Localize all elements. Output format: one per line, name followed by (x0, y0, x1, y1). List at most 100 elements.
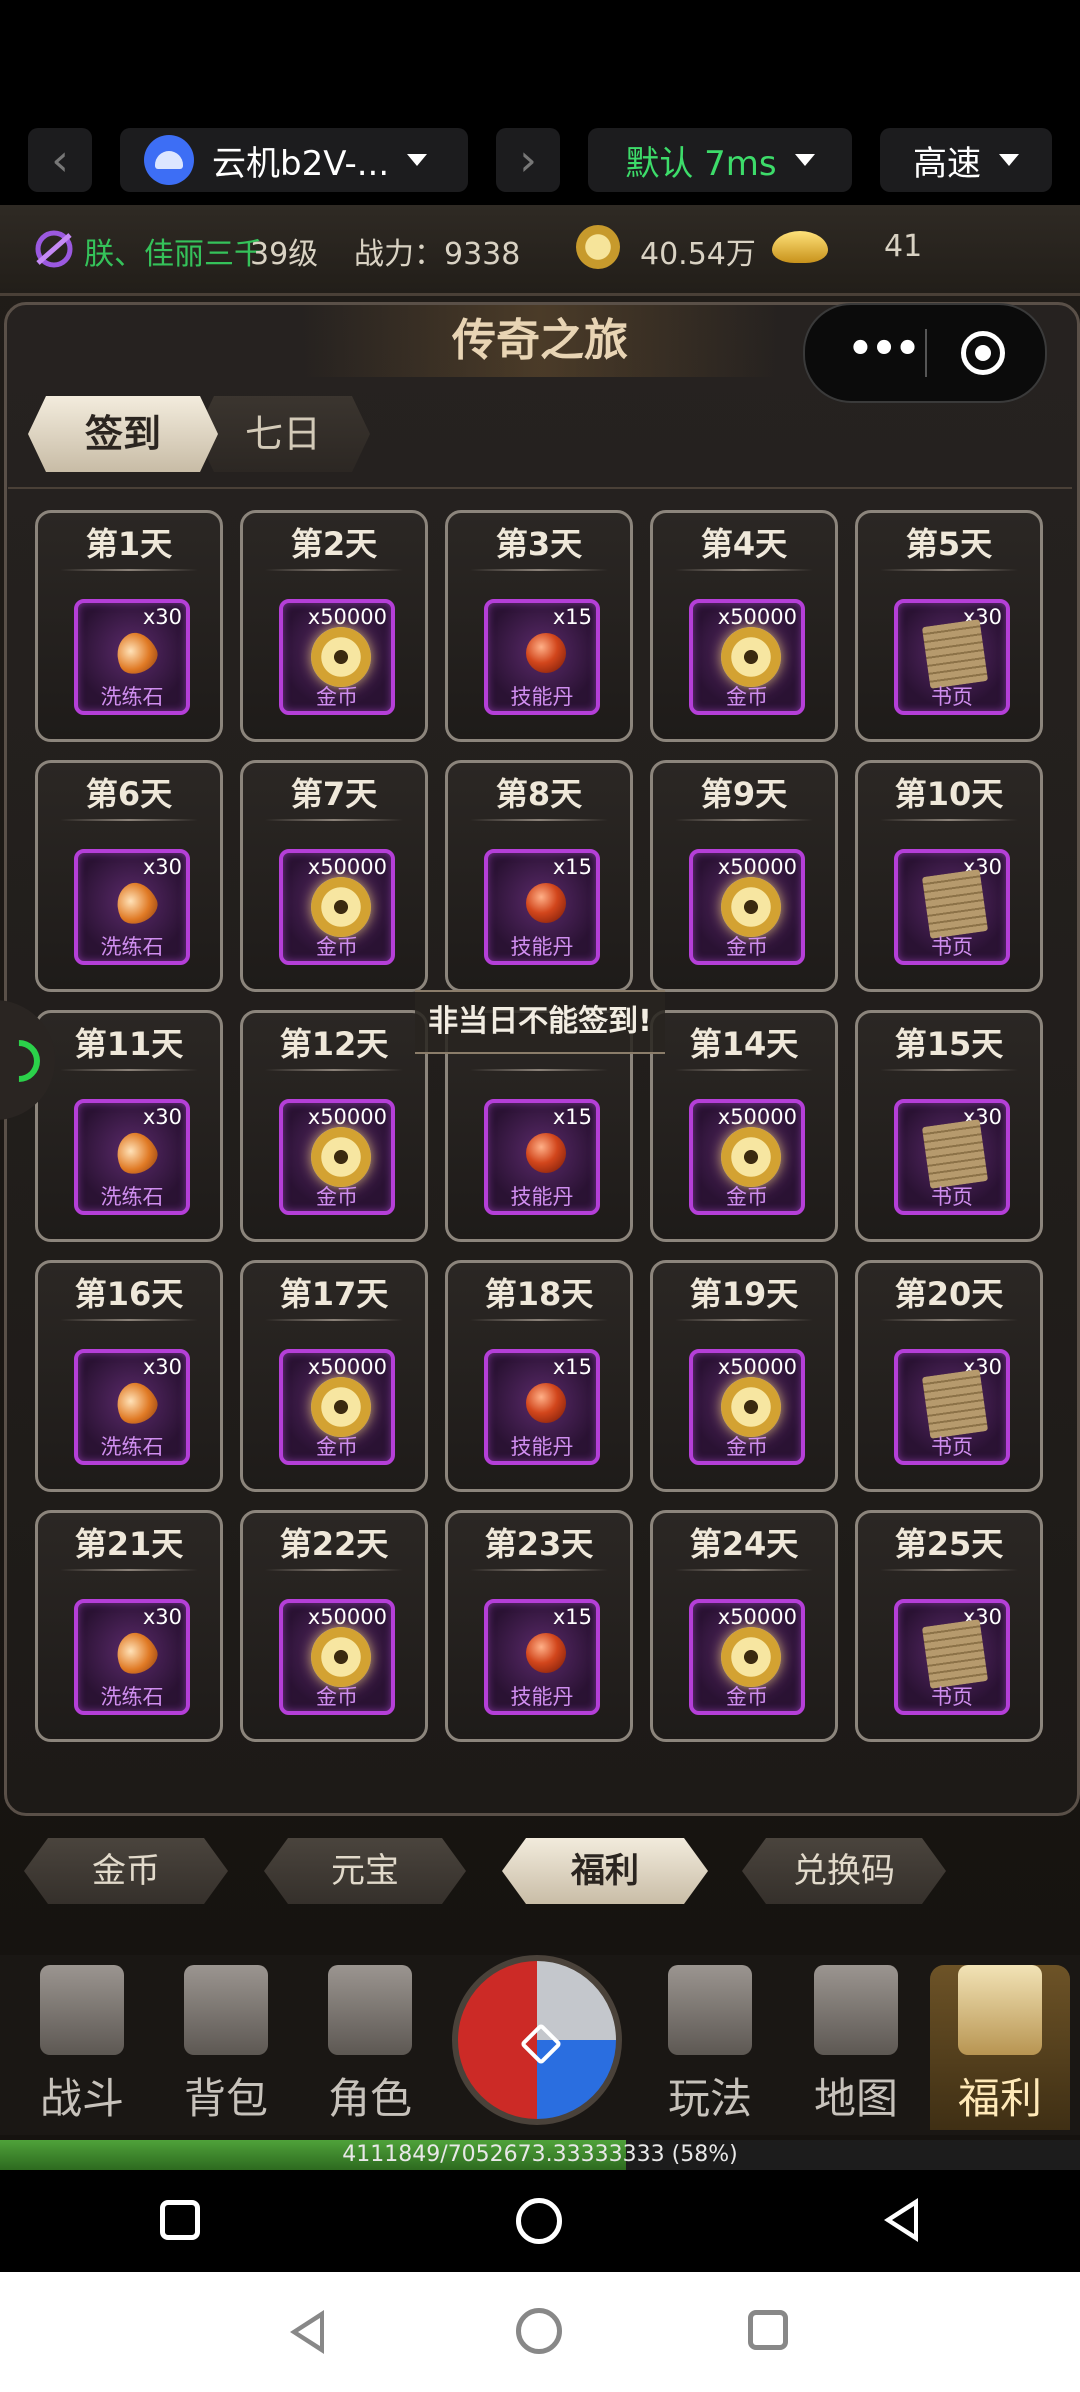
panel-title: 传奇之旅 (300, 305, 780, 377)
player-name: 朕、佳丽三千 (84, 237, 264, 272)
reward-item-slot[interactable]: x50000 金币 (689, 1349, 805, 1465)
reward-item-slot[interactable]: x30 书页 (894, 1349, 1010, 1465)
tab-signin[interactable]: 签到 (28, 396, 218, 472)
day-label: 第22天 (279, 1525, 389, 1563)
day-label: 第19天 (689, 1275, 799, 1313)
day-label: 第2天 (290, 525, 378, 563)
day-reward-cell[interactable]: 第9天 x50000 金币 (650, 760, 838, 992)
day-reward-cell[interactable]: 第21天 x30 洗练石 (35, 1510, 223, 1742)
day-label: 第10天 (894, 775, 1004, 813)
day-reward-cell[interactable]: 第15天 x30 书页 (855, 1010, 1043, 1242)
back-icon[interactable] (884, 2198, 918, 2242)
back-icon[interactable] (290, 2310, 324, 2354)
back-button[interactable]: ‹ (28, 128, 92, 192)
day-label: 第18天 (484, 1275, 594, 1313)
reward-item-slot[interactable]: x15 技能丹 (484, 1599, 600, 1715)
reward-quantity: x15 (552, 855, 592, 879)
reward-item-slot[interactable]: x50000 金币 (689, 1599, 805, 1715)
day-reward-cell[interactable]: 第19天 x50000 金币 (650, 1260, 838, 1492)
day-reward-cell[interactable]: 第11天 x30 洗练石 (35, 1010, 223, 1242)
day-reward-cell[interactable]: 第14天 x50000 金币 (650, 1010, 838, 1242)
reward-item-slot[interactable]: x50000 金币 (279, 849, 395, 965)
reward-item-slot[interactable]: x30 书页 (894, 849, 1010, 965)
reward-item-slot[interactable]: x15 技能丹 (484, 599, 600, 715)
reward-item-slot[interactable]: x30 洗练石 (74, 1099, 190, 1215)
filter-gold-button[interactable]: 金币 (24, 1838, 228, 1904)
reward-quantity: x30 (142, 1105, 182, 1129)
day-reward-cell[interactable]: 第20天 x30 书页 (855, 1260, 1043, 1492)
nav-label: 福利 (957, 2074, 1042, 2123)
reward-item-slot[interactable]: x50000 金币 (279, 1099, 395, 1215)
day-reward-cell[interactable]: 第23天 x15 技能丹 (445, 1510, 633, 1742)
day-reward-cell[interactable]: 第5天 x30 书页 (855, 510, 1043, 742)
forward-button[interactable]: › (496, 128, 560, 192)
reward-item-slot[interactable]: x30 书页 (894, 1599, 1010, 1715)
reward-item-slot[interactable]: x50000 金币 (279, 1349, 395, 1465)
nav-battle[interactable]: 战斗 (12, 1965, 152, 2130)
day-reward-cell[interactable]: 第22天 x50000 金币 (240, 1510, 428, 1742)
gold-coin-icon (721, 877, 781, 937)
close-target-icon[interactable] (961, 331, 1005, 375)
speed-selector[interactable]: 高速 (880, 128, 1052, 192)
book-page-icon (921, 869, 989, 939)
reward-item-slot[interactable]: x50000 金币 (689, 1099, 805, 1215)
recent-apps-icon[interactable] (160, 2200, 200, 2240)
reward-quantity: x50000 (717, 605, 797, 629)
reward-name: 金币 (726, 1185, 768, 1209)
filter-redeem-code-button[interactable]: 兑换码 (742, 1838, 946, 1904)
ingot-icon (772, 231, 828, 263)
recent-apps-icon[interactable] (748, 2310, 788, 2350)
day-reward-cell[interactable]: 第18天 x15 技能丹 (445, 1260, 633, 1492)
reward-name: 技能丹 (510, 685, 574, 709)
reward-item-slot[interactable]: x50000 金币 (689, 849, 805, 965)
reward-item-slot[interactable]: x30 洗练石 (74, 599, 190, 715)
reward-item-slot[interactable]: x30 书页 (894, 599, 1010, 715)
refine-stone-icon (109, 1126, 163, 1180)
reward-item-slot[interactable]: x15 技能丹 (484, 1349, 600, 1465)
reward-item-slot[interactable]: x30 洗练石 (74, 1599, 190, 1715)
nav-map[interactable]: 地图 (786, 1965, 926, 2130)
day-reward-cell[interactable]: 第7天 x50000 金币 (240, 760, 428, 992)
tab-seven-days[interactable]: 七日 (196, 396, 370, 472)
reward-item-slot[interactable]: x15 技能丹 (484, 1099, 600, 1215)
nav-backpack[interactable]: 背包 (156, 1965, 296, 2130)
day-reward-cell[interactable]: 第2天 x50000 金币 (240, 510, 428, 742)
day-label: 第5天 (905, 525, 993, 563)
reward-item-slot[interactable]: x30 洗练石 (74, 1349, 190, 1465)
day-reward-cell[interactable]: 第3天 x15 技能丹 (445, 510, 633, 742)
more-icon[interactable]: ••• (833, 329, 933, 377)
gold-coin-icon (721, 1627, 781, 1687)
auto-battle-wheel-icon[interactable] (452, 1955, 622, 2125)
device-label: 云机b2V-... (212, 143, 390, 184)
day-reward-cell[interactable]: 第24天 x50000 金币 (650, 1510, 838, 1742)
nav-welfare[interactable]: 福利 (930, 1965, 1070, 2130)
ingot-amount: 41 (884, 229, 923, 264)
day-reward-cell[interactable]: 第17天 x50000 金币 (240, 1260, 428, 1492)
day-reward-cell[interactable]: 第6天 x30 洗练石 (35, 760, 223, 992)
reward-item-slot[interactable]: x30 书页 (894, 1099, 1010, 1215)
filter-ingot-button[interactable]: 元宝 (264, 1838, 466, 1904)
reward-name: 技能丹 (510, 935, 574, 959)
reward-name: 金币 (316, 1685, 358, 1709)
nav-character[interactable]: 角色 (300, 1965, 440, 2130)
day-reward-cell[interactable]: 第12天 x50000 金币 (240, 1010, 428, 1242)
nav-gameplay[interactable]: 玩法 (640, 1965, 780, 2130)
device-selector[interactable]: 云机b2V-... (120, 128, 468, 192)
reward-item-slot[interactable]: x50000 金币 (279, 599, 395, 715)
filter-welfare-button[interactable]: 福利 (502, 1838, 708, 1904)
reward-item-slot[interactable]: x30 洗练石 (74, 849, 190, 965)
day-reward-cell[interactable]: 第10天 x30 书页 (855, 760, 1043, 992)
day-reward-cell[interactable]: 第1天 x30 洗练石 (35, 510, 223, 742)
reward-name: 金币 (726, 1685, 768, 1709)
day-reward-cell[interactable]: 第4天 x50000 金币 (650, 510, 838, 742)
reward-item-slot[interactable]: x50000 金币 (689, 599, 805, 715)
home-icon[interactable] (516, 2308, 562, 2354)
gold-coin-icon[interactable] (576, 225, 620, 269)
reward-item-slot[interactable]: x50000 金币 (279, 1599, 395, 1715)
day-reward-cell[interactable]: 第25天 x30 书页 (855, 1510, 1043, 1742)
quality-selector[interactable]: 默认 7ms (588, 128, 852, 192)
day-reward-cell[interactable]: 第16天 x30 洗练石 (35, 1260, 223, 1492)
home-icon[interactable] (516, 2198, 562, 2244)
reward-item-slot[interactable]: x15 技能丹 (484, 849, 600, 965)
day-reward-cell[interactable]: 第8天 x15 技能丹 (445, 760, 633, 992)
